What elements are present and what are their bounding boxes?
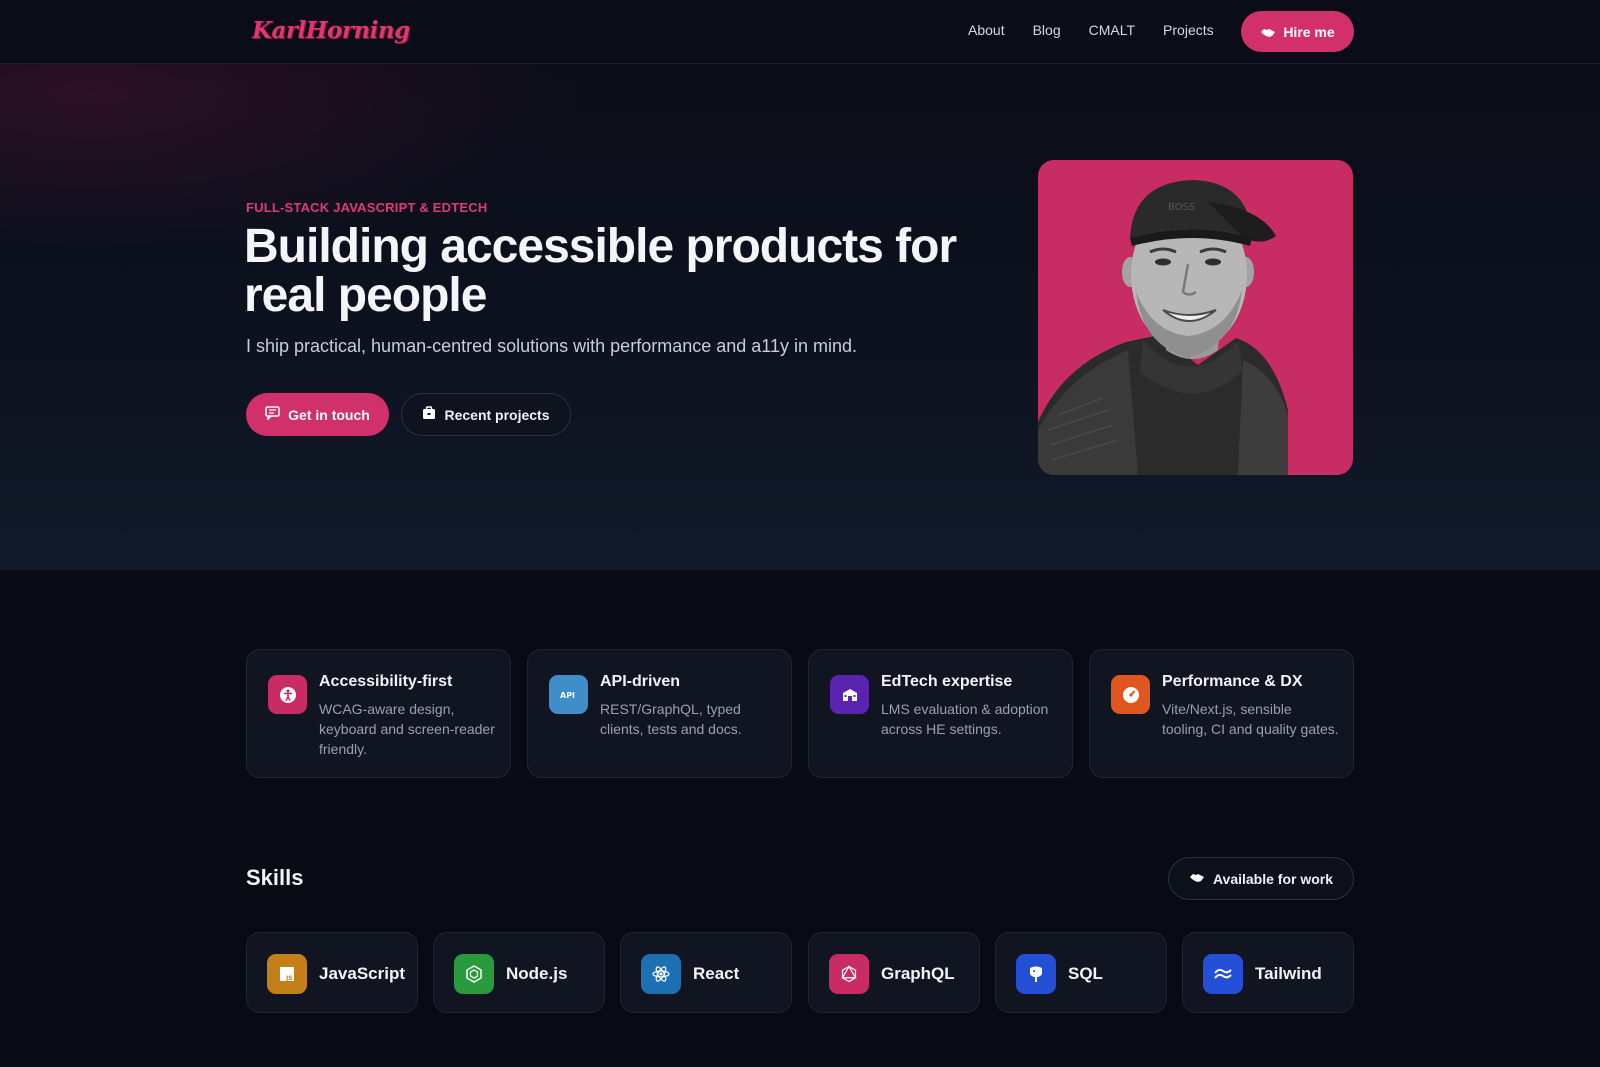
nav-link-projects[interactable]: Projects <box>1163 22 1214 38</box>
available-for-work-label: Available for work <box>1212 870 1334 887</box>
svg-text:JS: JS <box>285 975 293 982</box>
feature-desc: WCAG-aware design, keyboard and screen-r… <box>319 701 495 757</box>
svg-text:API: API <box>560 691 575 700</box>
hero-subline: I ship practical, human-centred solution… <box>246 336 857 356</box>
feature-desc: Vite/Next.js, sensible tooling, CI and q… <box>1162 701 1339 737</box>
gauge-icon <box>1111 675 1150 714</box>
graphql-icon <box>829 954 869 994</box>
feature-card-api: API API-driven REST/GraphQL, typed clien… <box>527 649 792 778</box>
javascript-icon: JS <box>267 954 307 994</box>
skill-label: React <box>693 964 740 983</box>
handshake-icon <box>1260 26 1276 38</box>
skill-label: Node.js <box>506 964 568 983</box>
feature-card-edtech: EdTech expertise LMS evaluation & adopti… <box>808 649 1073 778</box>
feature-title: Accessibility-first <box>319 673 453 690</box>
nodejs-icon <box>454 954 494 994</box>
svg-text:BOSS: BOSS <box>1168 202 1195 213</box>
tailwind-icon <box>1203 954 1243 994</box>
available-for-work-button[interactable]: Available for work <box>1168 857 1354 900</box>
handshake-icon <box>1189 871 1205 887</box>
skill-label: SQL <box>1068 964 1103 983</box>
hero-headline: Building accessible products for real pe… <box>244 220 957 322</box>
skill-card-react: React <box>620 932 792 1013</box>
api-icon: API <box>549 675 588 714</box>
skill-card-javascript: JS JavaScript <box>246 932 418 1013</box>
skill-label: JavaScript <box>319 964 405 983</box>
school-icon <box>830 675 869 714</box>
feature-title: EdTech expertise <box>881 673 1013 690</box>
recent-projects-label: Recent projects <box>444 406 550 423</box>
feature-desc: REST/GraphQL, typed clients, tests and d… <box>600 701 742 737</box>
briefcase-icon <box>422 406 436 423</box>
skill-card-sql: SQL <box>995 932 1167 1013</box>
skill-card-nodejs: Node.js <box>433 932 605 1013</box>
nav-link-cmalt[interactable]: CMALT <box>1089 22 1135 38</box>
hire-me-label: Hire me <box>1283 23 1335 40</box>
nav-link-blog[interactable]: Blog <box>1033 22 1061 38</box>
recent-projects-button[interactable]: Recent projects <box>401 393 571 436</box>
hire-me-button[interactable]: Hire me <box>1241 11 1354 52</box>
feature-cards: Accessibility-first WCAG-aware design, k… <box>246 649 1354 778</box>
message-icon <box>265 406 280 423</box>
get-in-touch-button[interactable]: Get in touch <box>246 393 389 436</box>
feature-title: API-driven <box>600 673 681 690</box>
database-icon <box>1016 954 1056 994</box>
nav-links: About Blog CMALT Projects <box>968 22 1242 38</box>
get-in-touch-label: Get in touch <box>288 406 370 423</box>
react-icon <box>641 954 681 994</box>
skills-heading: Skills <box>246 865 304 890</box>
skill-card-tailwind: Tailwind <box>1182 932 1354 1013</box>
feature-card-accessibility: Accessibility-first WCAG-aware design, k… <box>246 649 511 778</box>
skill-card-graphql: GraphQL <box>808 932 980 1013</box>
feature-card-performance: Performance & DX Vite/Next.js, sensible … <box>1089 649 1354 778</box>
skill-label: Tailwind <box>1255 964 1322 983</box>
skill-label: GraphQL <box>881 964 955 983</box>
nav-link-about[interactable]: About <box>968 22 1005 38</box>
feature-title: Performance & DX <box>1162 673 1303 690</box>
top-nav: KarlHorning About Blog CMALT Projects Hi… <box>0 0 1600 64</box>
site-logo[interactable]: KarlHorning <box>252 17 410 44</box>
accessibility-icon <box>268 675 307 714</box>
hero-eyebrow: FULL-STACK JAVASCRIPT & EDTECH <box>246 200 488 215</box>
feature-desc: LMS evaluation & adoption across HE sett… <box>881 701 1049 737</box>
portrait-photo: BOSS <box>1038 160 1353 475</box>
